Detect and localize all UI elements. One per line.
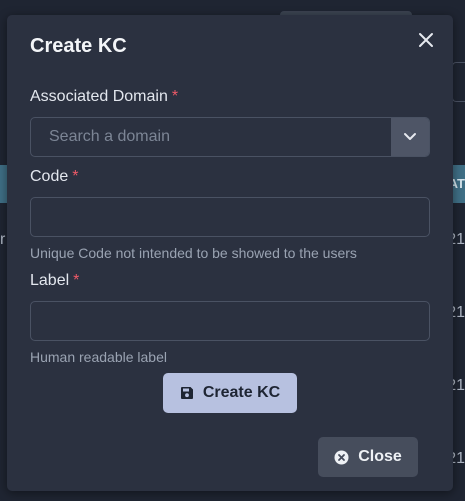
domain-search-input[interactable] <box>31 118 427 156</box>
label-label: Label * <box>30 272 79 290</box>
label-help-text: Human readable label <box>30 349 167 365</box>
code-label: Code * <box>30 168 78 186</box>
domain-label-text: Associated Domain <box>30 88 168 105</box>
required-marker: * <box>73 272 80 289</box>
create-kc-button-label: Create KC <box>202 384 281 401</box>
close-icon[interactable] <box>416 30 436 50</box>
close-button-label: Close <box>358 448 402 465</box>
code-input[interactable] <box>30 197 430 237</box>
label-input[interactable] <box>30 301 430 341</box>
chevron-down-icon <box>404 133 416 140</box>
background-row-fragment: r <box>0 231 6 248</box>
close-button[interactable]: Close <box>318 437 418 477</box>
create-kc-button[interactable]: Create KC <box>163 373 297 413</box>
modal-title: Create KC <box>30 35 127 57</box>
code-help-text: Unique Code not intended to be showed to… <box>30 245 357 261</box>
domain-select[interactable] <box>30 117 430 157</box>
save-icon <box>180 387 193 399</box>
code-label-text: Code <box>30 168 69 185</box>
x-circle-icon <box>334 450 349 464</box>
required-marker: * <box>72 168 79 185</box>
domain-dropdown-button[interactable] <box>391 118 429 156</box>
domain-label: Associated Domain * <box>30 88 178 106</box>
required-marker: * <box>171 88 179 105</box>
background-input-edge <box>452 62 465 102</box>
label-label-text: Label <box>30 272 70 289</box>
create-kc-modal: Create KC Associated Domain* Code* Uniqu… <box>7 15 453 491</box>
